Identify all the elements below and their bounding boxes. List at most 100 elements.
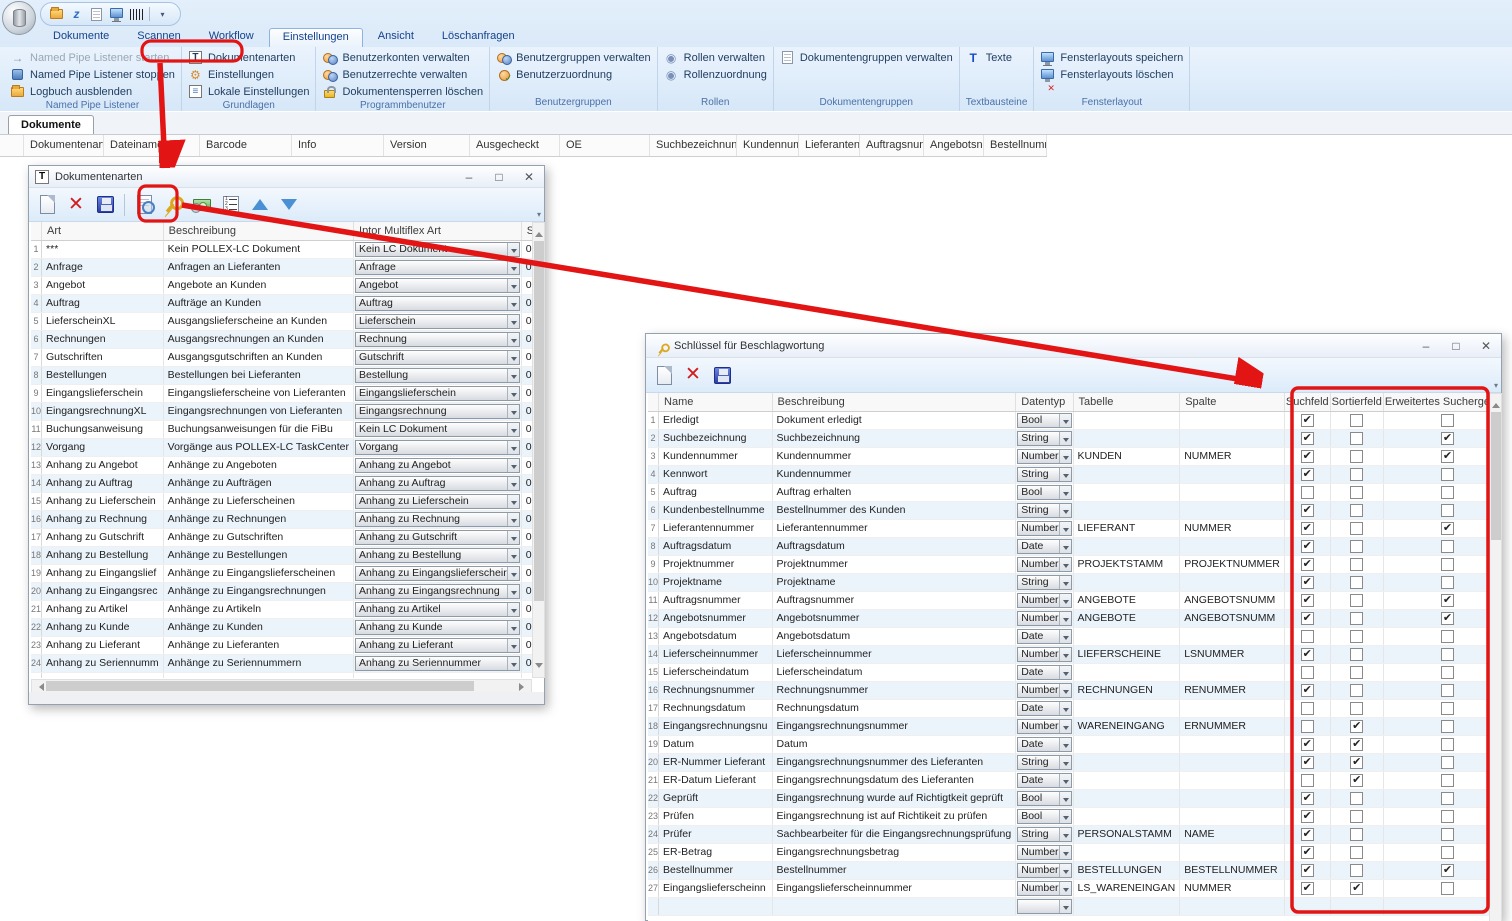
main-header-info[interactable]: Info — [292, 135, 384, 156]
main-header-auftragsnummer[interactable]: Auftragsnummer — [860, 135, 924, 156]
maximize-button[interactable]: □ — [1441, 336, 1471, 356]
ribbon-button-benutzerzuordnung[interactable]: Benutzerzuordnung — [496, 66, 651, 83]
barcode-icon[interactable] — [129, 7, 144, 22]
multiflex-art-dropdown[interactable]: Lieferschein — [355, 314, 520, 329]
suchfeld-checkbox[interactable]: ✔ — [1301, 828, 1314, 841]
ribbon-button-benutzergruppen-verwalten[interactable]: Benutzergruppen verwalten — [496, 49, 651, 66]
suchfeld-checkbox[interactable]: ✔ — [1301, 576, 1314, 589]
suchfeld-checkbox[interactable]: ✔ — [1301, 810, 1314, 823]
column-header-beschreibung[interactable]: Beschreibung — [163, 222, 353, 240]
ribbon-button-benutzerkonten-verwalten[interactable]: Benutzerkonten verwalten — [322, 49, 483, 66]
multiflex-art-dropdown[interactable]: Anhang zu Eingangslieferscheir — [355, 566, 520, 581]
sortierfeld-checkbox[interactable] — [1350, 666, 1363, 679]
main-header-bestellnummer[interactable]: Bestellnummer — [984, 135, 1047, 156]
ribbon-tab-ansicht[interactable]: Ansicht — [365, 28, 427, 47]
datentyp-dropdown[interactable]: String — [1017, 575, 1071, 590]
horizontal-scrollbar[interactable] — [31, 679, 532, 693]
main-header-lieferantennummer[interactable]: Lieferantennummer — [799, 135, 860, 156]
datentyp-dropdown[interactable]: String — [1017, 503, 1071, 518]
erweitertes-suchergebnis-checkbox[interactable] — [1441, 774, 1454, 787]
datentyp-dropdown[interactable]: Number — [1017, 593, 1071, 608]
sortierfeld-checkbox[interactable] — [1350, 846, 1363, 859]
erweitertes-suchergebnis-checkbox[interactable] — [1441, 486, 1454, 499]
ribbon-button-logbuch-ausblenden[interactable]: Logbuch ausblenden — [10, 83, 175, 100]
dialog-titlebar[interactable]: T Dokumentenarten – □ ✕ — [29, 166, 544, 188]
sortierfeld-checkbox[interactable] — [1350, 828, 1363, 841]
multiflex-art-dropdown[interactable]: Anhang zu Angebot — [355, 458, 520, 473]
ribbon-tab-einstellungen[interactable]: Einstellungen — [269, 28, 363, 47]
suchfeld-checkbox[interactable]: ✔ — [1301, 468, 1314, 481]
erweitertes-suchergebnis-checkbox[interactable] — [1441, 828, 1454, 841]
ribbon-button-fensterlayouts-speichern[interactable]: Fensterlayouts speichern — [1040, 49, 1183, 66]
sortierfeld-checkbox[interactable] — [1350, 450, 1363, 463]
suchfeld-checkbox[interactable] — [1301, 666, 1314, 679]
toolbar-overflow-icon[interactable]: ▾ — [1494, 381, 1498, 390]
column-header-art[interactable]: Art — [42, 222, 164, 240]
folder-icon[interactable] — [49, 7, 64, 22]
vertical-scrollbar[interactable] — [1489, 393, 1502, 921]
sortierfeld-checkbox[interactable] — [1350, 576, 1363, 589]
datentyp-dropdown[interactable]: Date — [1017, 773, 1071, 788]
erweitertes-suchergebnis-checkbox[interactable] — [1441, 576, 1454, 589]
new-icon[interactable] — [651, 362, 677, 388]
datentyp-dropdown[interactable]: Number — [1017, 683, 1071, 698]
tab-dokumente[interactable]: Dokumente — [8, 115, 94, 134]
multiflex-art-dropdown[interactable]: Vorgang — [355, 440, 520, 455]
multiflex-art-dropdown[interactable]: Anhang zu Rechnung — [355, 512, 520, 527]
ribbon-tab-dokumente[interactable]: Dokumente — [40, 28, 122, 47]
sortierfeld-checkbox[interactable] — [1350, 648, 1363, 661]
datentyp-dropdown[interactable]: String — [1017, 827, 1071, 842]
sortierfeld-checkbox[interactable] — [1350, 540, 1363, 553]
multiflex-art-dropdown[interactable]: Angebot — [355, 278, 520, 293]
datentyp-dropdown[interactable]: Date — [1017, 665, 1071, 680]
datentyp-dropdown[interactable]: Bool — [1017, 809, 1071, 824]
column-header-sortierfeld[interactable]: Sortierfeld — [1330, 393, 1383, 411]
multiflex-art-dropdown[interactable]: Auftrag — [355, 296, 520, 311]
ribbon-tab-workflow[interactable]: Workflow — [196, 28, 267, 47]
suchfeld-checkbox[interactable]: ✔ — [1301, 612, 1314, 625]
sortierfeld-checkbox[interactable] — [1350, 594, 1363, 607]
suchfeld-checkbox[interactable]: ✔ — [1301, 738, 1314, 751]
ribbon-button-texte[interactable]: TTexte — [966, 49, 1028, 66]
suchfeld-checkbox[interactable] — [1301, 720, 1314, 733]
scroll-up-icon[interactable] — [535, 228, 543, 237]
ribbon-button-dokumentenarten[interactable]: TDokumentenarten — [188, 49, 310, 66]
scroll-left-icon[interactable] — [35, 683, 44, 691]
erweitertes-suchergebnis-checkbox[interactable] — [1441, 792, 1454, 805]
toolbar-overflow-icon[interactable]: ▾ — [537, 210, 541, 219]
ribbon-button-benutzerrechte-verwalten[interactable]: Benutzerrechte verwalten — [322, 66, 483, 83]
save-icon[interactable] — [92, 192, 118, 218]
sortierfeld-checkbox[interactable] — [1350, 810, 1363, 823]
datentyp-dropdown[interactable]: Number — [1017, 449, 1071, 464]
save-icon[interactable] — [709, 362, 735, 388]
main-header-dateiname[interactable]: Dateiname — [104, 135, 200, 156]
application-menu-button[interactable] — [2, 1, 36, 35]
monitor-icon[interactable] — [109, 7, 124, 22]
new-icon[interactable] — [34, 192, 60, 218]
multiflex-art-dropdown[interactable]: Anhang zu Bestellung — [355, 548, 520, 563]
money-icon[interactable] — [189, 192, 215, 218]
sortierfeld-checkbox[interactable] — [1350, 504, 1363, 517]
column-header-spalte[interactable]: Spalte — [1180, 393, 1285, 411]
minimize-button[interactable]: – — [1411, 336, 1441, 356]
suchfeld-checkbox[interactable]: ✔ — [1301, 882, 1314, 895]
main-header-barcode[interactable]: Barcode — [200, 135, 292, 156]
qat-dropdown-arrow-icon[interactable]: ▾ — [155, 7, 170, 22]
suchfeld-checkbox[interactable] — [1301, 774, 1314, 787]
erweitertes-suchergebnis-checkbox[interactable]: ✔ — [1441, 612, 1454, 625]
numbered-list-icon[interactable] — [218, 192, 244, 218]
main-header-angebotsnummer[interactable]: Angebotsnummer — [924, 135, 984, 156]
sortierfeld-checkbox[interactable] — [1350, 558, 1363, 571]
column-header-datentyp[interactable]: Datentyp — [1016, 393, 1073, 411]
erweitertes-suchergebnis-checkbox[interactable] — [1441, 414, 1454, 427]
multiflex-art-dropdown[interactable]: Anhang zu Lieferant — [355, 638, 520, 653]
erweitertes-suchergebnis-checkbox[interactable] — [1441, 720, 1454, 733]
erweitertes-suchergebnis-checkbox[interactable]: ✔ — [1441, 432, 1454, 445]
erweitertes-suchergebnis-checkbox[interactable] — [1441, 684, 1454, 697]
suchfeld-checkbox[interactable]: ✔ — [1301, 846, 1314, 859]
multiflex-art-dropdown[interactable]: Anhang zu Gutschrift — [355, 530, 520, 545]
close-button[interactable]: ✕ — [1471, 336, 1501, 356]
ribbon-button-dokumentensperren-löschen[interactable]: Dokumentensperren löschen — [322, 83, 483, 100]
dialog-titlebar[interactable]: Schlüssel für Beschlagwortung – □ ✕ — [646, 334, 1501, 358]
sortierfeld-checkbox[interactable]: ✔ — [1350, 720, 1363, 733]
